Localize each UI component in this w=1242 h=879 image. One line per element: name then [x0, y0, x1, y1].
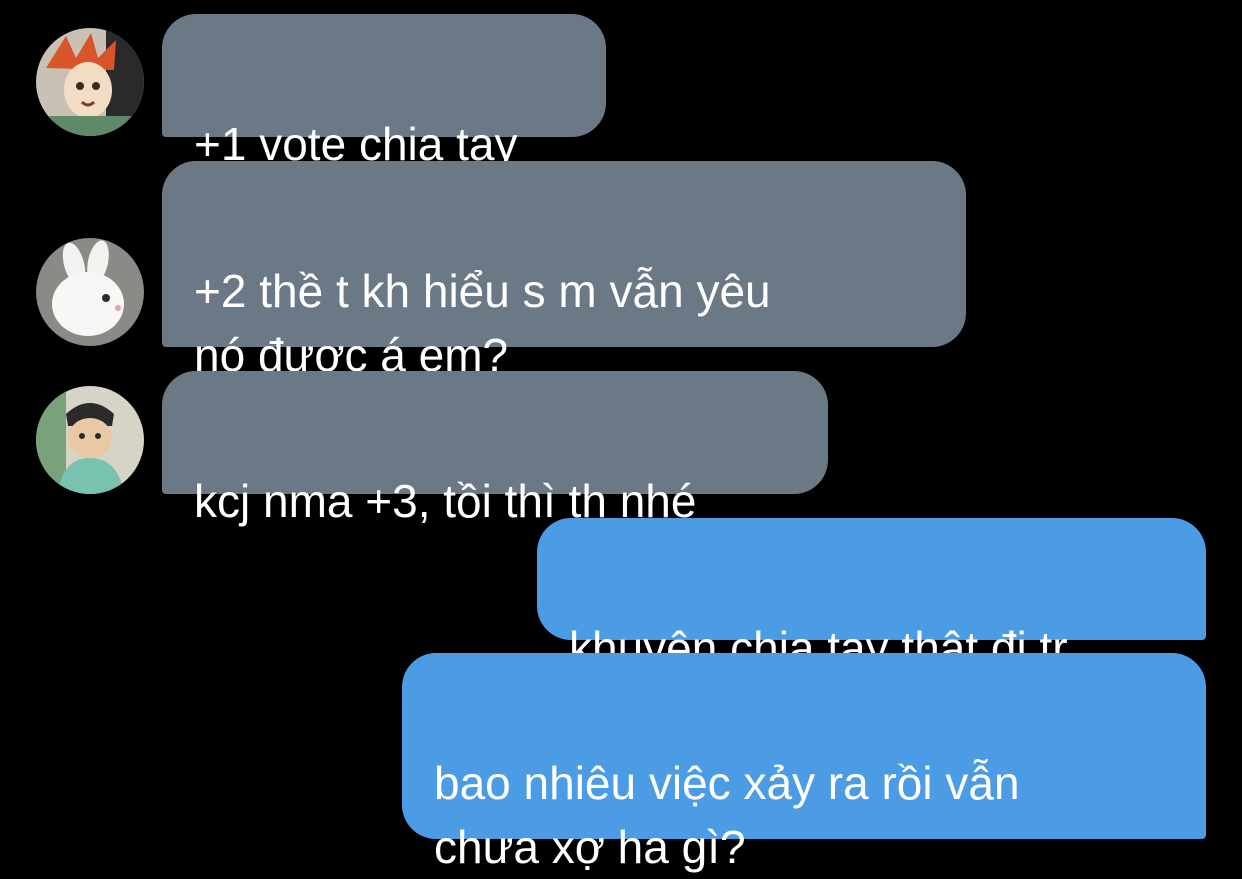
message-text: +2 thề t kh hiểu s m vẫn yêu nó được á e…	[194, 265, 771, 381]
message-bubble-outgoing[interactable]: bao nhiêu việc xảy ra rồi vẫn chưa xợ ha…	[402, 653, 1206, 873]
message-text: bao nhiêu việc xảy ra rồi vẫn chưa xợ ha…	[434, 757, 1020, 873]
message-bubble-incoming[interactable]: +2 thề t kh hiểu s m vẫn yêu nó được á e…	[162, 161, 966, 381]
manga-man-avatar-icon	[36, 386, 144, 494]
manga-man-avatar[interactable]	[36, 386, 144, 494]
white-rabbit-avatar[interactable]	[36, 238, 144, 346]
anime-boy-avatar-icon	[36, 28, 144, 136]
message-bubble-incoming[interactable]: kcj nma +3, tồi thì th nhé	[162, 371, 828, 527]
anime-boy-avatar[interactable]	[36, 28, 144, 136]
message-bubble-outgoing[interactable]: khuyên chia tay thật đi tr	[537, 518, 1206, 674]
white-rabbit-avatar-icon	[36, 238, 144, 346]
message-bubble-incoming[interactable]: +1 vote chia tay	[162, 14, 606, 170]
